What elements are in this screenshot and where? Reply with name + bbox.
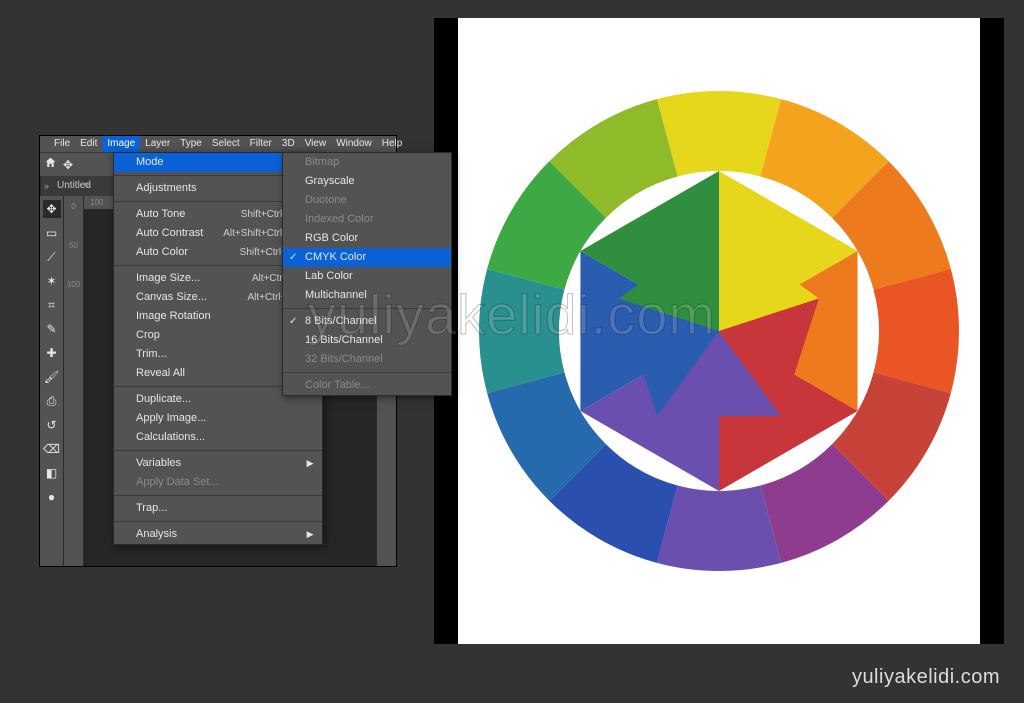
check-icon: ✓: [289, 314, 297, 329]
menu-item-calculations[interactable]: Calculations...: [114, 428, 322, 447]
menu-item-color-table: Color Table...: [283, 376, 451, 395]
menu-item-analysis[interactable]: Analysis▶: [114, 525, 322, 544]
tab-untitled[interactable]: Untitled: [49, 176, 99, 196]
stamp-tool-icon[interactable]: ⎙: [43, 392, 61, 410]
eyedropper-tool-icon[interactable]: ✎: [43, 320, 61, 338]
gradient-tool-icon[interactable]: ◧: [43, 464, 61, 482]
menu-item-multichannel[interactable]: Multichannel: [283, 286, 451, 305]
menu-type[interactable]: Type: [175, 136, 207, 152]
menu-item-apply-data-set: Apply Data Set...: [114, 473, 322, 492]
menu-item-apply-image[interactable]: Apply Image...: [114, 409, 322, 428]
eraser-tool-icon[interactable]: ⌫: [43, 440, 61, 458]
color-wheel-icon: [469, 81, 969, 581]
menu-file[interactable]: File: [49, 136, 75, 152]
menu-item-32bits: 32 Bits/Channel: [283, 350, 451, 369]
menu-item-grayscale[interactable]: Grayscale: [283, 172, 451, 191]
menu-item-8bits[interactable]: ✓8 Bits/Channel: [283, 312, 451, 331]
history-brush-icon[interactable]: ↺: [43, 416, 61, 434]
menu-help[interactable]: Help: [377, 136, 408, 152]
menu-3d[interactable]: 3D: [277, 136, 300, 152]
canvas-background: [458, 18, 980, 644]
menu-item-trap[interactable]: Trap...: [114, 499, 322, 518]
menu-item-bitmap: Bitmap: [283, 153, 451, 172]
home-icon[interactable]: [44, 156, 57, 174]
marquee-tool-icon[interactable]: ▭: [43, 224, 61, 242]
collapse-chevron-icon[interactable]: »: [84, 179, 89, 189]
menu-bar: File Edit Image Layer Type Select Filter…: [40, 136, 396, 152]
check-icon: ✓: [289, 250, 297, 265]
watermark-corner: yuliyakelidi.com: [852, 666, 1000, 689]
blur-tool-icon[interactable]: ●: [43, 488, 61, 506]
crop-tool-icon[interactable]: ⌗: [43, 296, 61, 314]
menu-item-indexed-color: Indexed Color: [283, 210, 451, 229]
menu-item-variables[interactable]: Variables▶: [114, 454, 322, 473]
menu-layer[interactable]: Layer: [140, 136, 175, 152]
tool-palette: ✥ ▭ ⟋ ✶ ⌗ ✎ ✚ 🖌 ⎙ ↺ ⌫ ◧ ●: [40, 196, 64, 566]
wand-tool-icon[interactable]: ✶: [43, 272, 61, 290]
ruler-tick: 0: [71, 202, 75, 211]
ruler-tick: 50: [69, 241, 78, 250]
menu-view[interactable]: View: [300, 136, 332, 152]
brush-tool-icon[interactable]: 🖌: [43, 368, 61, 386]
menu-item-16bits[interactable]: 16 Bits/Channel: [283, 331, 451, 350]
submenu-arrow-icon: ▶: [307, 456, 314, 471]
vertical-ruler: 0 50 100: [64, 196, 84, 566]
menu-item-duotone: Duotone: [283, 191, 451, 210]
menu-item-rgb-color[interactable]: RGB Color: [283, 229, 451, 248]
ruler-tick: 100: [67, 280, 80, 289]
menu-select[interactable]: Select: [207, 136, 245, 152]
menu-item-cmyk-color[interactable]: ✓CMYK Color: [283, 248, 451, 267]
menu-edit[interactable]: Edit: [75, 136, 102, 152]
lasso-tool-icon[interactable]: ⟋: [43, 248, 61, 266]
submenu-arrow-icon: ▶: [307, 527, 314, 542]
color-wheel-document: [434, 18, 1004, 644]
move-tool-icon[interactable]: ✥: [63, 158, 73, 172]
mode-submenu: Bitmap Grayscale Duotone Indexed Color R…: [282, 152, 452, 396]
menu-item-lab-color[interactable]: Lab Color: [283, 267, 451, 286]
menu-window[interactable]: Window: [331, 136, 377, 152]
heal-tool-icon[interactable]: ✚: [43, 344, 61, 362]
move-tool-icon[interactable]: ✥: [43, 200, 61, 218]
menu-filter[interactable]: Filter: [245, 136, 277, 152]
tab-prev-icon[interactable]: »: [40, 176, 49, 196]
menu-image[interactable]: Image: [102, 136, 140, 152]
